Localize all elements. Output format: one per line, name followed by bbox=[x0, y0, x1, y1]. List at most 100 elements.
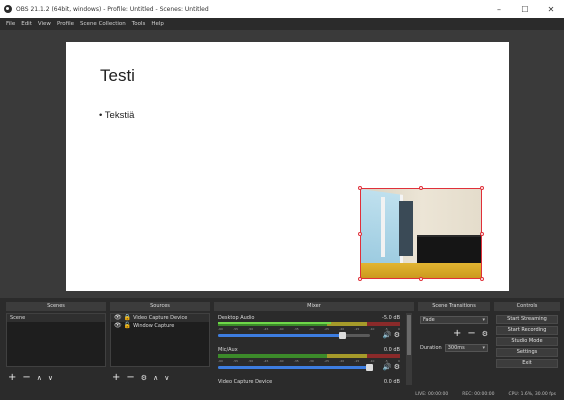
gear-icon[interactable]: ⚙ bbox=[394, 331, 400, 339]
meter-tick-label: -25 bbox=[324, 327, 329, 331]
remove-transition-button[interactable]: − bbox=[467, 328, 475, 339]
start-streaming-button[interactable]: Start Streaming bbox=[496, 315, 558, 324]
volume-slider[interactable] bbox=[218, 332, 370, 339]
volume-fill bbox=[218, 366, 370, 369]
cpu-usage: CPU: 1.6%, 30.00 fps bbox=[508, 391, 557, 397]
add-source-button[interactable]: + bbox=[112, 373, 120, 383]
mixer-channel-desktop-audio: Desktop Audio -5.0 dB -60 -55 -50 -45 -40 -35… bbox=[218, 315, 400, 345]
menu-scene-collection[interactable]: Scene Collection bbox=[80, 21, 126, 27]
source-item[interactable]: 👁 🔒 Video Capture Device bbox=[111, 314, 209, 322]
mixer-dock: Mixer Desktop Audio -5.0 dB -60 -55 -50 -45… bbox=[214, 302, 414, 388]
menu-view[interactable]: View bbox=[38, 21, 51, 27]
webcam-source[interactable] bbox=[360, 188, 482, 279]
source-item[interactable]: 👁 🔓 Window Capture bbox=[111, 322, 209, 330]
controls-header: Controls bbox=[494, 302, 560, 311]
webcam-monitor bbox=[417, 235, 481, 265]
resize-handle-bottom-right[interactable] bbox=[480, 277, 484, 281]
remove-scene-button[interactable]: − bbox=[22, 373, 30, 383]
resize-handle-left[interactable] bbox=[358, 232, 362, 236]
source-properties-gear-icon[interactable]: ⚙ bbox=[141, 373, 147, 383]
volume-slider[interactable] bbox=[218, 364, 373, 371]
meter-tick-label: -60 bbox=[218, 359, 223, 363]
menu-file[interactable]: File bbox=[6, 21, 15, 27]
meter-tick-label: -55 bbox=[233, 359, 239, 363]
move-scene-down-button[interactable]: ∨ bbox=[48, 373, 53, 383]
resize-handle-top[interactable] bbox=[419, 186, 423, 190]
scenes-toolbar: + − ∧ ∨ bbox=[8, 372, 59, 384]
visibility-eye-icon[interactable]: 👁 bbox=[114, 314, 122, 322]
channel-icons: 🔊 ⚙ bbox=[383, 363, 400, 371]
speaker-icon[interactable]: 🔊 bbox=[383, 331, 392, 339]
meter-tick-label: -25 bbox=[324, 359, 329, 363]
resize-handle-top-right[interactable] bbox=[480, 186, 484, 190]
transition-select[interactable]: Fade bbox=[420, 315, 488, 324]
move-source-up-button[interactable]: ∧ bbox=[153, 373, 158, 383]
menu-edit[interactable]: Edit bbox=[21, 21, 32, 27]
menu-help[interactable]: Help bbox=[151, 21, 164, 27]
minimize-button[interactable]: – bbox=[486, 0, 512, 18]
source-label: Video Capture Device bbox=[133, 315, 188, 321]
transitions-body: Fade + − ⚙ Duration 300ms bbox=[418, 313, 490, 388]
transition-gear-icon[interactable]: ⚙ bbox=[482, 329, 488, 339]
exit-button[interactable]: Exit bbox=[496, 359, 558, 368]
lock-icon[interactable]: 🔒 bbox=[124, 314, 131, 322]
duration-label: Duration bbox=[420, 344, 442, 351]
channel-name: Video Capture Device bbox=[218, 379, 273, 385]
gear-icon[interactable]: ⚙ bbox=[394, 363, 400, 371]
resize-handle-bottom[interactable] bbox=[419, 277, 423, 281]
speaker-icon[interactable]: 🔊 bbox=[383, 363, 392, 371]
channel-db: 0.0 dB bbox=[383, 347, 400, 353]
meter-tick-label: -45 bbox=[263, 359, 269, 363]
channel-db: 0.0 dB bbox=[383, 379, 400, 385]
mixer-scrollbar[interactable] bbox=[406, 313, 412, 385]
channel-name: Desktop Audio bbox=[218, 315, 255, 321]
sources-body: 👁 🔒 Video Capture Device 👁 🔓 Window Capt… bbox=[110, 313, 210, 388]
scenes-body: Scene + − ∧ ∨ bbox=[6, 313, 106, 388]
meter-tick-label: -20 bbox=[339, 327, 345, 331]
slide-bullet: • Tekstiä bbox=[99, 110, 135, 121]
meter-level bbox=[218, 322, 331, 324]
rec-time: REC: 00:00:00 bbox=[462, 391, 495, 397]
scenes-list[interactable]: Scene bbox=[6, 313, 106, 367]
resize-handle-bottom-left[interactable] bbox=[358, 277, 362, 281]
window-controls: – ☐ ✕ bbox=[486, 0, 564, 18]
preview-canvas[interactable]: Testi • Tekstiä bbox=[66, 42, 509, 291]
menu-profile[interactable]: Profile bbox=[57, 21, 74, 27]
mixer-scroll-thumb[interactable] bbox=[407, 315, 411, 355]
volume-knob[interactable] bbox=[338, 332, 346, 339]
studio-mode-button[interactable]: Studio Mode bbox=[496, 337, 558, 346]
preview-area[interactable]: Testi • Tekstiä bbox=[0, 30, 564, 298]
maximize-button[interactable]: ☐ bbox=[512, 0, 538, 18]
meter-tick-label: 0 bbox=[397, 327, 400, 331]
menu-tools[interactable]: Tools bbox=[132, 21, 146, 27]
meter-tick-label: -15 bbox=[354, 359, 360, 363]
visibility-eye-icon[interactable]: 👁 bbox=[114, 322, 122, 330]
start-recording-button[interactable]: Start Recording bbox=[496, 326, 558, 335]
duration-input[interactable]: 300ms bbox=[444, 343, 488, 352]
volume-knob[interactable] bbox=[366, 364, 373, 371]
volume-fill bbox=[218, 334, 343, 337]
meter-tick-label: -30 bbox=[308, 359, 314, 363]
slide-title: Testi bbox=[100, 66, 135, 85]
unlock-icon[interactable]: 🔓 bbox=[124, 322, 131, 330]
scene-item[interactable]: Scene bbox=[7, 314, 105, 322]
sources-list[interactable]: 👁 🔒 Video Capture Device 👁 🔓 Window Capt… bbox=[110, 313, 210, 367]
window-titlebar: OBS 21.1.2 (64bit, windows) - Profile: U… bbox=[0, 0, 564, 18]
move-scene-up-button[interactable]: ∧ bbox=[37, 373, 42, 383]
move-source-down-button[interactable]: ∨ bbox=[164, 373, 169, 383]
window-title: OBS 21.1.2 (64bit, windows) - Profile: U… bbox=[16, 5, 209, 13]
meter-tick-label: -10 bbox=[369, 359, 375, 363]
add-transition-button[interactable]: + bbox=[453, 328, 461, 339]
settings-button[interactable]: Settings bbox=[496, 348, 558, 357]
close-button[interactable]: ✕ bbox=[538, 0, 564, 18]
resize-handle-right[interactable] bbox=[480, 232, 484, 236]
obs-logo-icon bbox=[4, 5, 12, 13]
resize-handle-top-left[interactable] bbox=[358, 186, 362, 190]
meter-tick-label: -35 bbox=[293, 327, 299, 331]
meter-ticks: -60 -55 -50 -45 -40 -35 -30 -25 -20 -15 -10 -5 0 bbox=[218, 359, 400, 363]
channel-db: -5.0 dB bbox=[382, 315, 400, 321]
remove-source-button[interactable]: − bbox=[126, 373, 134, 383]
meter-tick-label: -10 bbox=[369, 327, 375, 331]
add-scene-button[interactable]: + bbox=[8, 373, 16, 383]
controls-dock: Controls Start Streaming Start Recording… bbox=[494, 302, 560, 388]
